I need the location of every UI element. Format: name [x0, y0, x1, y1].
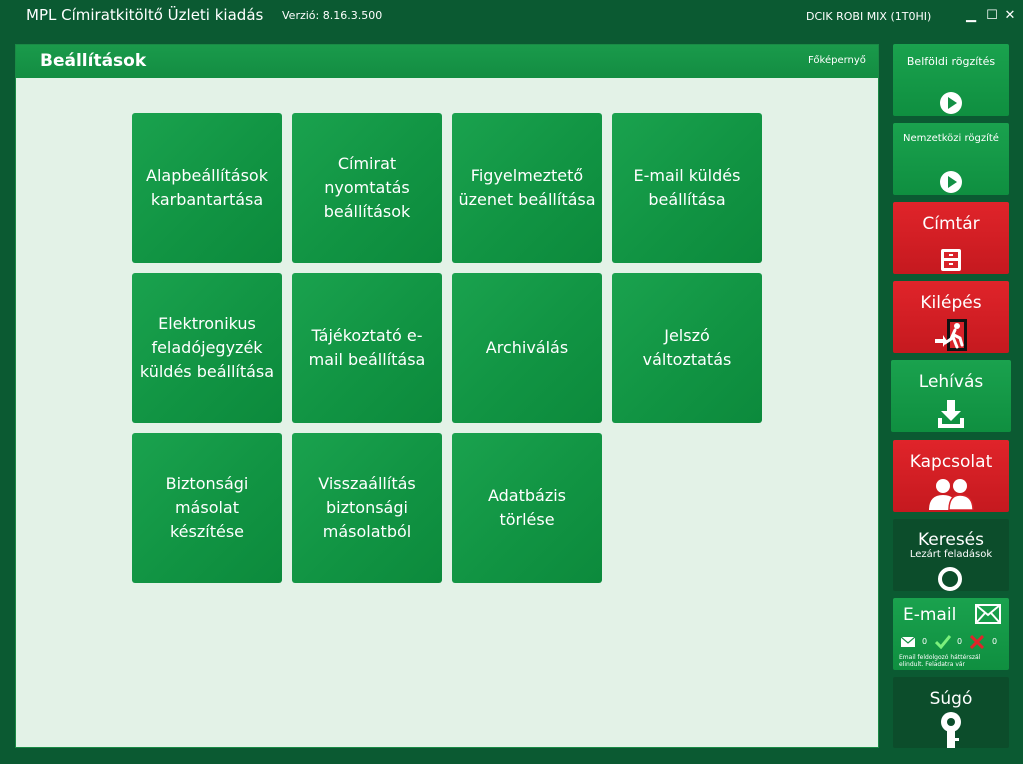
title-bar: MPL Címiratkitöltő Üzleti kiadás Verzió:…: [0, 0, 1023, 34]
envelope-icon: [975, 604, 1001, 624]
contact-button[interactable]: Kapcsolat: [893, 440, 1009, 512]
app-title: MPL Címiratkitöltő Üzleti kiadás: [26, 6, 264, 24]
key-icon: [941, 712, 961, 748]
email-label: E-mail: [903, 605, 957, 625]
magnifier-icon: [938, 567, 962, 591]
exit-button[interactable]: Kilépés: [893, 281, 1009, 353]
home-link[interactable]: Főképernyő: [808, 55, 866, 66]
failed-count: 0: [992, 637, 998, 646]
tile-basic-settings[interactable]: Alapbeállítások karbantartása: [132, 113, 282, 263]
sent-count: 0: [957, 637, 963, 646]
play-icon: [940, 92, 962, 114]
minimize-button[interactable]: ▁: [964, 8, 978, 24]
contact-label: Kapcsolat: [909, 452, 993, 472]
tile-electronic-manifest-settings[interactable]: Elektronikus feladójegyzék küldés beállí…: [132, 273, 282, 423]
tile-info-email-settings[interactable]: Tájékoztató e-mail beállítása: [292, 273, 442, 423]
retrieve-button[interactable]: Lehívás: [891, 360, 1011, 432]
error-x-icon: [970, 635, 984, 649]
app-version: Verzió: 8.16.3.500: [282, 9, 383, 22]
page-title: Beállítások: [40, 51, 147, 71]
maximize-button[interactable]: ☐: [985, 8, 999, 24]
domestic-entry-label: Belföldi rögzítés: [906, 55, 996, 68]
download-icon: [938, 400, 964, 428]
panel-header: Beállítások Főképernyő: [16, 45, 878, 78]
directory-button[interactable]: Címtár: [893, 202, 1009, 274]
queued-count: 0: [922, 637, 928, 646]
search-button[interactable]: Keresés Lezárt feladások: [893, 519, 1009, 591]
mail-queue-icon: [901, 637, 915, 647]
tile-address-print-settings[interactable]: Címirat nyomtatás beállítások: [292, 113, 442, 263]
play-icon: [940, 171, 962, 193]
close-button[interactable]: ✕: [1003, 8, 1017, 24]
search-label: Keresés: [917, 530, 984, 550]
tile-archiving[interactable]: Archiválás: [452, 273, 602, 423]
check-icon: [935, 635, 951, 649]
directory-label: Címtár: [922, 214, 980, 234]
tile-password-change[interactable]: Jelszó változtatás: [612, 273, 762, 423]
user-name: DCIK ROBI MIX (1T0HI): [806, 10, 932, 23]
international-entry-label: Nemzetközi rögzíté: [903, 133, 999, 144]
tile-database-delete[interactable]: Adatbázis törlése: [452, 433, 602, 583]
tile-restore-backup[interactable]: Visszaállítás biztonsági másolatból: [292, 433, 442, 583]
people-icon: [929, 479, 974, 510]
help-button[interactable]: Súgó: [893, 677, 1009, 748]
email-status-text: Email feldolgozó háttérszál elindult. Fe…: [899, 654, 981, 668]
domestic-entry-button[interactable]: Belföldi rögzítés: [893, 44, 1009, 116]
retrieve-label: Lehívás: [918, 372, 984, 392]
tile-email-sending-settings[interactable]: E-mail küldés beállítása: [612, 113, 762, 263]
search-sub-label: Lezárt feladások: [909, 549, 993, 560]
exit-label: Kilépés: [920, 293, 982, 313]
cabinet-icon: [941, 249, 961, 271]
emergency-exit-icon: [935, 319, 967, 351]
international-entry-button[interactable]: Nemzetközi rögzíté: [893, 123, 1009, 195]
tile-warning-message-settings[interactable]: Figyelmeztető üzenet beállítása: [452, 113, 602, 263]
email-panel[interactable]: E-mail 0 0 0 Email feldolgozó háttérszál…: [893, 598, 1009, 670]
help-label: Súgó: [929, 689, 973, 709]
tile-backup-create[interactable]: Biztonsági másolat készítése: [132, 433, 282, 583]
